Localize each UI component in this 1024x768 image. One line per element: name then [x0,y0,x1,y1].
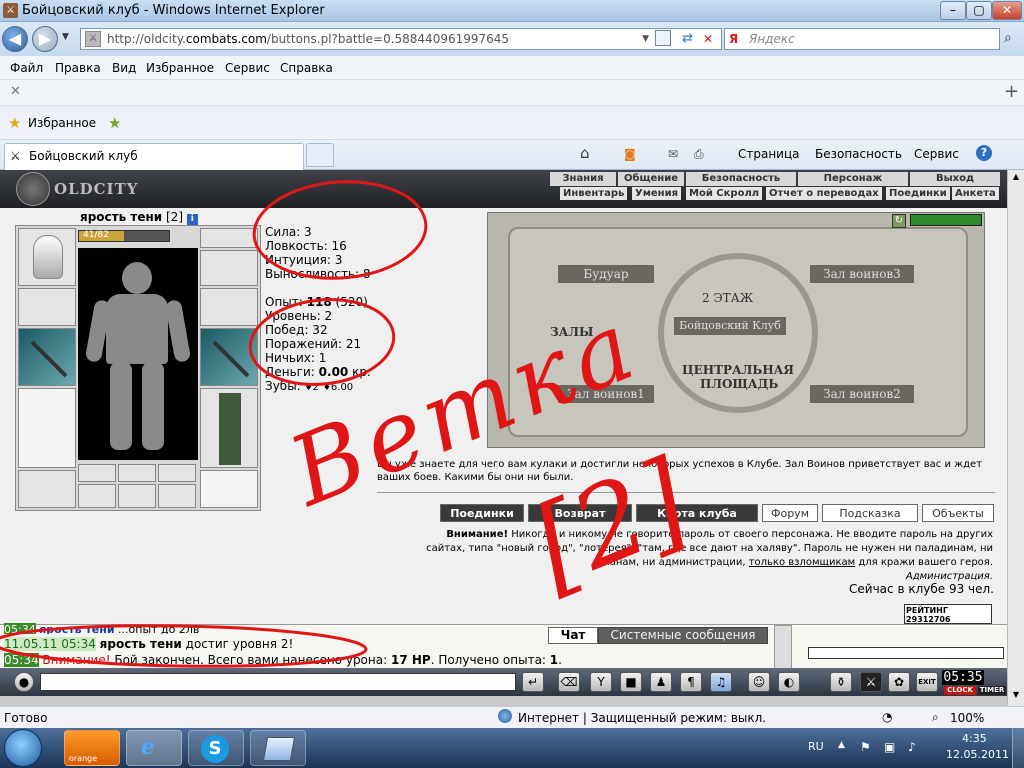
menu-file[interactable]: Файл [10,61,43,75]
circle-stats [252,180,428,280]
orange-label: orange [69,754,98,763]
globe-icon [498,709,512,723]
search-icon[interactable]: ⌕ [1004,30,1012,46]
tools-menu[interactable]: Сервис [914,147,959,161]
taskbar-ie[interactable]: e [126,730,182,766]
circle-record [248,298,396,386]
tab-favicon: ⚔ [10,149,21,163]
tab-fight-club[interactable]: ⚔ Бойцовский клуб [4,143,304,170]
menu-bar: Файл Правка Вид Избранное Сервис Справка [0,56,1024,80]
taskbar: orange e S RU ▲ ⚑ ▣ ♪ 4:35 12.05.2011 [0,728,1024,768]
window-titlebar: ⚔ Бойцовский клуб - Windows Internet Exp… [0,0,1024,22]
taskbar-app[interactable] [250,730,306,766]
start-button[interactable] [4,729,42,767]
browser-viewport: OLDCITY Знания Общение Безопасность Перс… [0,170,1024,706]
back-button[interactable]: ◀ [2,26,28,52]
url-prefix: http://oldcity. [107,32,186,46]
address-toolbar: ◀ ▶ ▼ ⚔ http://oldcity.combats.com/butto… [0,22,1024,56]
page-favicon: ⚔ [85,31,101,47]
status-bar: Готово Интернет | Защищенный режим: выкл… [0,706,1024,728]
menu-tools[interactable]: Сервис [225,61,270,75]
maximize-button[interactable]: ▢ [966,1,992,20]
close-button[interactable]: ✕ [992,1,1022,20]
taskbar-orange[interactable]: orange [64,730,120,766]
zoom-level[interactable]: 100% [950,711,984,725]
close-toolbar-icon[interactable]: ✕ [10,84,21,99]
home-icon[interactable]: ⌂ [580,144,590,162]
stop-icon[interactable]: ✕ [703,29,713,49]
ie-icon: ⚔ [3,3,18,18]
tray-show-icon[interactable]: ▲ [838,740,845,750]
security-menu[interactable]: Безопасность [815,147,902,161]
status-text: Готово [4,711,48,725]
tray-flag-icon[interactable]: ⚑ [860,740,871,754]
compat-view-icon[interactable] [655,30,671,46]
menu-help[interactable]: Справка [280,61,333,75]
address-input[interactable]: ⚔ http://oldcity.combats.com/buttons.pl?… [80,28,722,50]
favorites-label[interactable]: Избранное [28,116,96,130]
minimize-button[interactable]: – [940,1,966,20]
add-icon[interactable]: + [1004,81,1019,102]
page-menu[interactable]: Страница [738,147,800,161]
search-placeholder: Яндекс [749,32,795,46]
refresh-icon[interactable]: ⇄ [682,29,693,49]
protect-icon[interactable]: ◔ [882,710,892,724]
address-dropdown-icon[interactable]: ▼ [642,29,649,49]
taskbar-skype[interactable]: S [188,730,244,766]
mail-icon[interactable]: ✉ [668,147,678,161]
menu-favorites[interactable]: Избранное [146,61,214,75]
feeds-toolbar: ✕ + [0,80,1024,106]
tab-row: ⚔ Бойцовский клуб ⌂ ◙ ✉ ⎙ Страница Безоп… [0,140,1024,170]
window-title: Бойцовский клуб - Windows Internet Explo… [22,3,325,18]
new-tab-button[interactable] [306,143,334,167]
page-scrollbar[interactable]: ▲ ▼ [1007,170,1024,706]
tab-label: Бойцовский клуб [29,149,138,163]
menu-view[interactable]: Вид [112,61,136,75]
language-indicator[interactable]: RU [808,740,824,753]
feeds-icon[interactable]: ◙ [624,147,636,161]
show-desktop-button[interactable] [1012,728,1024,768]
menu-edit[interactable]: Правка [55,61,101,75]
url-path: /buttons.pl?battle=0.588440961997645 [266,32,510,46]
add-favorite-icon[interactable]: ★ [108,114,121,132]
favorites-bar: ★ Избранное ★ [0,106,1024,140]
forward-button[interactable]: ▶ [32,26,58,52]
circle-chat-line [0,624,368,668]
help-icon[interactable]: ? [976,145,992,161]
tray-network-icon[interactable]: ▣ [884,740,895,754]
zone-text[interactable]: Интернет | Защищенный режим: выкл. [518,711,766,725]
favorites-star-icon[interactable]: ★ [8,114,21,132]
yandex-icon: Я [729,32,739,46]
history-dropdown-icon[interactable]: ▼ [62,32,69,42]
tray-volume-icon[interactable]: ♪ [908,740,916,754]
url-domain: combats.com [185,32,267,46]
print-icon[interactable]: ⎙ [694,147,704,162]
tray-date[interactable]: 12.05.2011 [946,748,1009,761]
zoom-icon: ⌕ [932,710,939,724]
search-input[interactable]: Я Яндекс [724,28,1000,50]
tray-time[interactable]: 4:35 [962,732,987,745]
